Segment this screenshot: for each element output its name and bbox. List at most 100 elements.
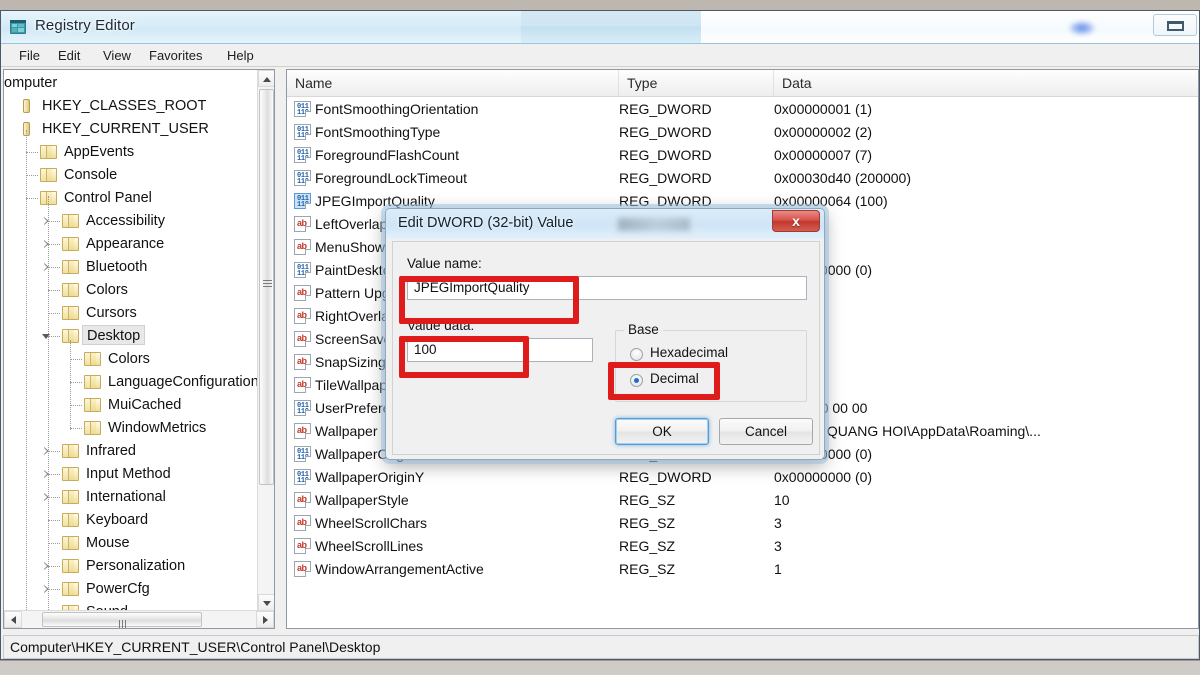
table-row[interactable]: abWheelScrollLinesREG_SZ3	[287, 535, 1199, 558]
table-row[interactable]: abWindowArrangementActiveREG_SZ1	[287, 558, 1199, 581]
folder-icon	[62, 237, 79, 251]
cancel-button[interactable]: Cancel	[719, 418, 813, 445]
dword-icon: 011110	[294, 170, 311, 186]
tree-scroll-down-button[interactable]	[258, 594, 275, 611]
string-icon: ab	[294, 239, 311, 255]
tree-horizontal-scrollbar[interactable]	[4, 610, 274, 628]
string-icon: ab	[294, 538, 311, 554]
window-title: Registry Editor	[35, 17, 135, 34]
cell-name: ForegroundLockTimeout	[315, 167, 467, 190]
cell-type: REG_SZ	[619, 512, 675, 535]
table-row[interactable]: abWheelScrollCharsREG_SZ3	[287, 512, 1199, 535]
pane-splitter[interactable]	[277, 69, 285, 629]
dialog-title: Edit DWORD (32-bit) Value	[398, 215, 573, 231]
tree-vscroll-thumb[interactable]	[259, 89, 274, 485]
tree-connector	[48, 196, 49, 611]
tree-connector	[26, 175, 38, 176]
menu-view[interactable]: View	[99, 47, 135, 65]
radio-hexadecimal[interactable]	[630, 348, 643, 361]
tree-item-label: WindowMetrics	[108, 417, 206, 439]
column-header-name[interactable]: Name	[287, 70, 619, 96]
cell-name: WallpaperOriginY	[315, 466, 424, 489]
tree-hscroll-thumb[interactable]	[42, 612, 202, 627]
tree-scroll-left-button[interactable]	[4, 611, 22, 628]
dword-icon: 011110	[294, 262, 311, 278]
tree-connector	[48, 520, 60, 521]
folder-icon	[84, 352, 101, 366]
screen: Registry Editor File Edit View Favorites…	[0, 0, 1200, 675]
cell-data: 0x00000000 (0)	[774, 466, 872, 489]
cell-name: LeftOverlap	[315, 213, 387, 236]
base-group-label: Base	[624, 322, 663, 337]
cell-type: REG_SZ	[619, 535, 675, 558]
tree-item-label: Appearance	[86, 233, 164, 255]
close-icon[interactable]: x	[772, 210, 820, 232]
column-header-data[interactable]: Data	[774, 70, 1199, 96]
menu-edit[interactable]: Edit	[54, 47, 84, 65]
table-row[interactable]: 011110WallpaperOriginYREG_DWORD0x0000000…	[287, 466, 1199, 489]
folder-icon	[62, 306, 79, 320]
dword-icon: 011110	[294, 469, 311, 485]
menu-help[interactable]: Help	[223, 47, 258, 65]
tree-connector	[48, 474, 60, 475]
tree-vertical-scrollbar[interactable]	[257, 70, 274, 611]
ok-button[interactable]: OK	[615, 418, 709, 445]
tree-item-label: MuiCached	[108, 394, 181, 416]
string-icon: ab	[294, 285, 311, 301]
tree-item-label: Keyboard	[86, 509, 148, 531]
table-row[interactable]: 011110FontSmoothingTypeREG_DWORD0x000000…	[287, 121, 1199, 144]
cell-type: REG_DWORD	[619, 98, 712, 121]
tree-scroll-up-button[interactable]	[258, 70, 275, 87]
tree-connector	[48, 313, 60, 314]
tree-item-label: Colors	[86, 279, 128, 301]
scrollbar-grip-icon	[263, 280, 272, 289]
tree-item-label: Input Method	[86, 463, 171, 485]
tree-connector	[70, 359, 82, 360]
radio-decimal[interactable]	[630, 374, 643, 387]
window-titlebar: Registry Editor	[1, 11, 1199, 44]
dword-icon: 011110	[294, 101, 311, 117]
titlebar-glass-right	[701, 11, 1200, 43]
string-icon: ab	[294, 561, 311, 577]
tree-connector	[48, 267, 60, 268]
cell-type: REG_DWORD	[619, 167, 712, 190]
cell-name: Wallpaper	[315, 420, 378, 443]
menu-file[interactable]: File	[15, 47, 44, 65]
folder-icon	[62, 283, 79, 297]
registry-tree[interactable]: omputerHKEY_CLASSES_ROOTHKEY_CURRENT_USE…	[4, 70, 258, 611]
menu-favorites[interactable]: Favorites	[145, 47, 206, 65]
string-icon: ab	[294, 331, 311, 347]
table-row[interactable]: abWallpaperStyleREG_SZ10	[287, 489, 1199, 512]
column-header-type[interactable]: Type	[619, 70, 774, 96]
cell-name: WallpaperStyle	[315, 489, 409, 512]
tree-connector	[26, 198, 38, 199]
scrollbar-grip-icon	[119, 616, 128, 625]
cell-data: 0x00000002 (2)	[774, 121, 872, 144]
restore-window-button[interactable]	[1153, 14, 1197, 36]
tree-item-label: Accessibility	[86, 210, 165, 232]
radio-decimal-label[interactable]: Decimal	[650, 371, 699, 386]
dword-icon: 011110	[294, 124, 311, 140]
folder-icon	[62, 513, 79, 527]
radio-hexadecimal-label[interactable]: Hexadecimal	[650, 345, 728, 360]
registry-tree-pane: omputerHKEY_CLASSES_ROOTHKEY_CURRENT_USE…	[3, 69, 275, 629]
tree-item-label: Control Panel	[64, 187, 152, 209]
blurred-watermark	[618, 218, 690, 231]
tree-item-label: Personalization	[86, 555, 185, 577]
tree-item-label: PowerCfg	[86, 578, 150, 600]
table-row[interactable]: 011110FontSmoothingOrientationREG_DWORD0…	[287, 98, 1199, 121]
table-row[interactable]: 011110ForegroundLockTimeout REG_DWORD 0x00…	[287, 167, 1199, 190]
folder-icon	[40, 168, 57, 182]
cell-data: 0x00030d40 (200000)	[774, 167, 911, 190]
value-data-input[interactable]: 100	[407, 338, 593, 362]
string-icon: ab	[294, 377, 311, 393]
value-name-input[interactable]: JPEGImportQuality	[407, 276, 807, 300]
folder-icon	[62, 536, 79, 550]
folder-icon	[84, 421, 101, 435]
edit-dword-dialog: Edit DWORD (32-bit) Value x Value name: …	[385, 208, 825, 460]
tree-connector	[26, 152, 38, 153]
tree-scroll-right-button[interactable]	[256, 611, 274, 628]
table-row[interactable]: 011110ForegroundFlashCountREG_DWORD0x000…	[287, 144, 1199, 167]
list-header: Name Type Data	[287, 70, 1199, 97]
string-icon: ab	[294, 423, 311, 439]
